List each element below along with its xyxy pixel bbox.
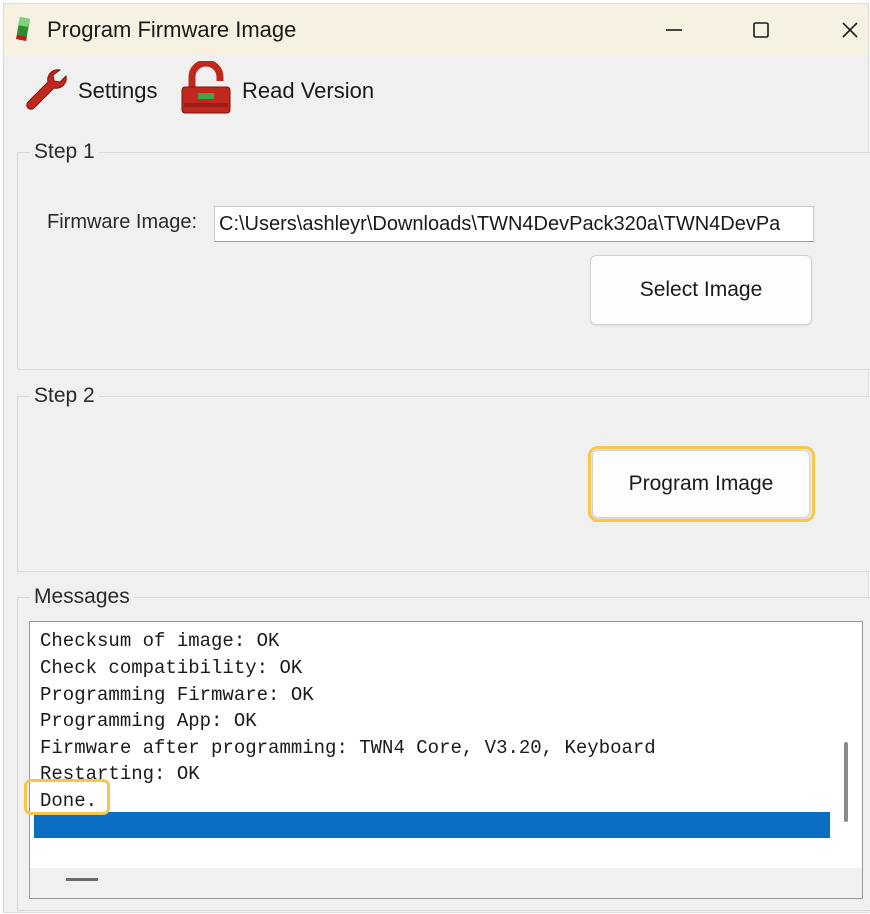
program-firmware-window: Program Firmware Image Settings Read Ver… [3,3,870,913]
maximize-icon [753,22,769,38]
vertical-scrollbar-thumb[interactable] [844,742,848,822]
minimize-icon [666,29,682,31]
messages-log[interactable]: Checksum of image: OK Check compatibilit… [29,621,863,899]
step1-title: Step 1 [30,140,99,164]
close-icon [842,22,858,38]
minimize-button[interactable] [644,4,704,56]
wrench-icon [20,64,70,119]
horizontal-scrollbar-track[interactable] [30,868,862,898]
program-image-button[interactable]: Program Image [592,450,810,518]
toolbar: Settings Read Version [4,56,868,126]
settings-label: Settings [78,78,158,103]
selected-empty-line[interactable] [34,812,830,838]
title-bar: Program Firmware Image [4,4,868,56]
log-line: Check compatibility: OK [40,657,303,679]
firmware-chip-icon [14,15,32,43]
log-line-done: Done. [40,790,98,812]
maximize-button[interactable] [731,4,791,56]
read-version-label: Read Version [242,78,375,103]
log-line: Restarting: OK [40,763,200,785]
log-line: Programming App: OK [40,710,257,732]
horizontal-scrollbar-thumb[interactable] [66,878,98,881]
read-version-button[interactable]: Read Version [178,56,374,126]
firmware-image-label: Firmware Image: [47,211,198,233]
log-line: Firmware after programming: TWN4 Core, V… [40,737,656,759]
step2-title: Step 2 [30,384,99,408]
log-line: Checksum of image: OK [40,630,280,652]
messages-title: Messages [30,585,134,609]
select-image-label: Select Image [639,278,763,301]
close-button[interactable] [820,4,870,56]
firmware-path-value: C:\Users\ashleyr\Downloads\TWN4DevPack32… [219,213,781,235]
program-image-label: Program Image [628,472,774,495]
padlock-icon [178,59,234,122]
select-image-button[interactable]: Select Image [590,255,812,325]
firmware-path-field[interactable]: C:\Users\ashleyr\Downloads\TWN4DevPack32… [214,206,814,242]
settings-button[interactable]: Settings [20,56,158,126]
log-line: Programming Firmware: OK [40,684,314,706]
window-title: Program Firmware Image [47,17,297,42]
